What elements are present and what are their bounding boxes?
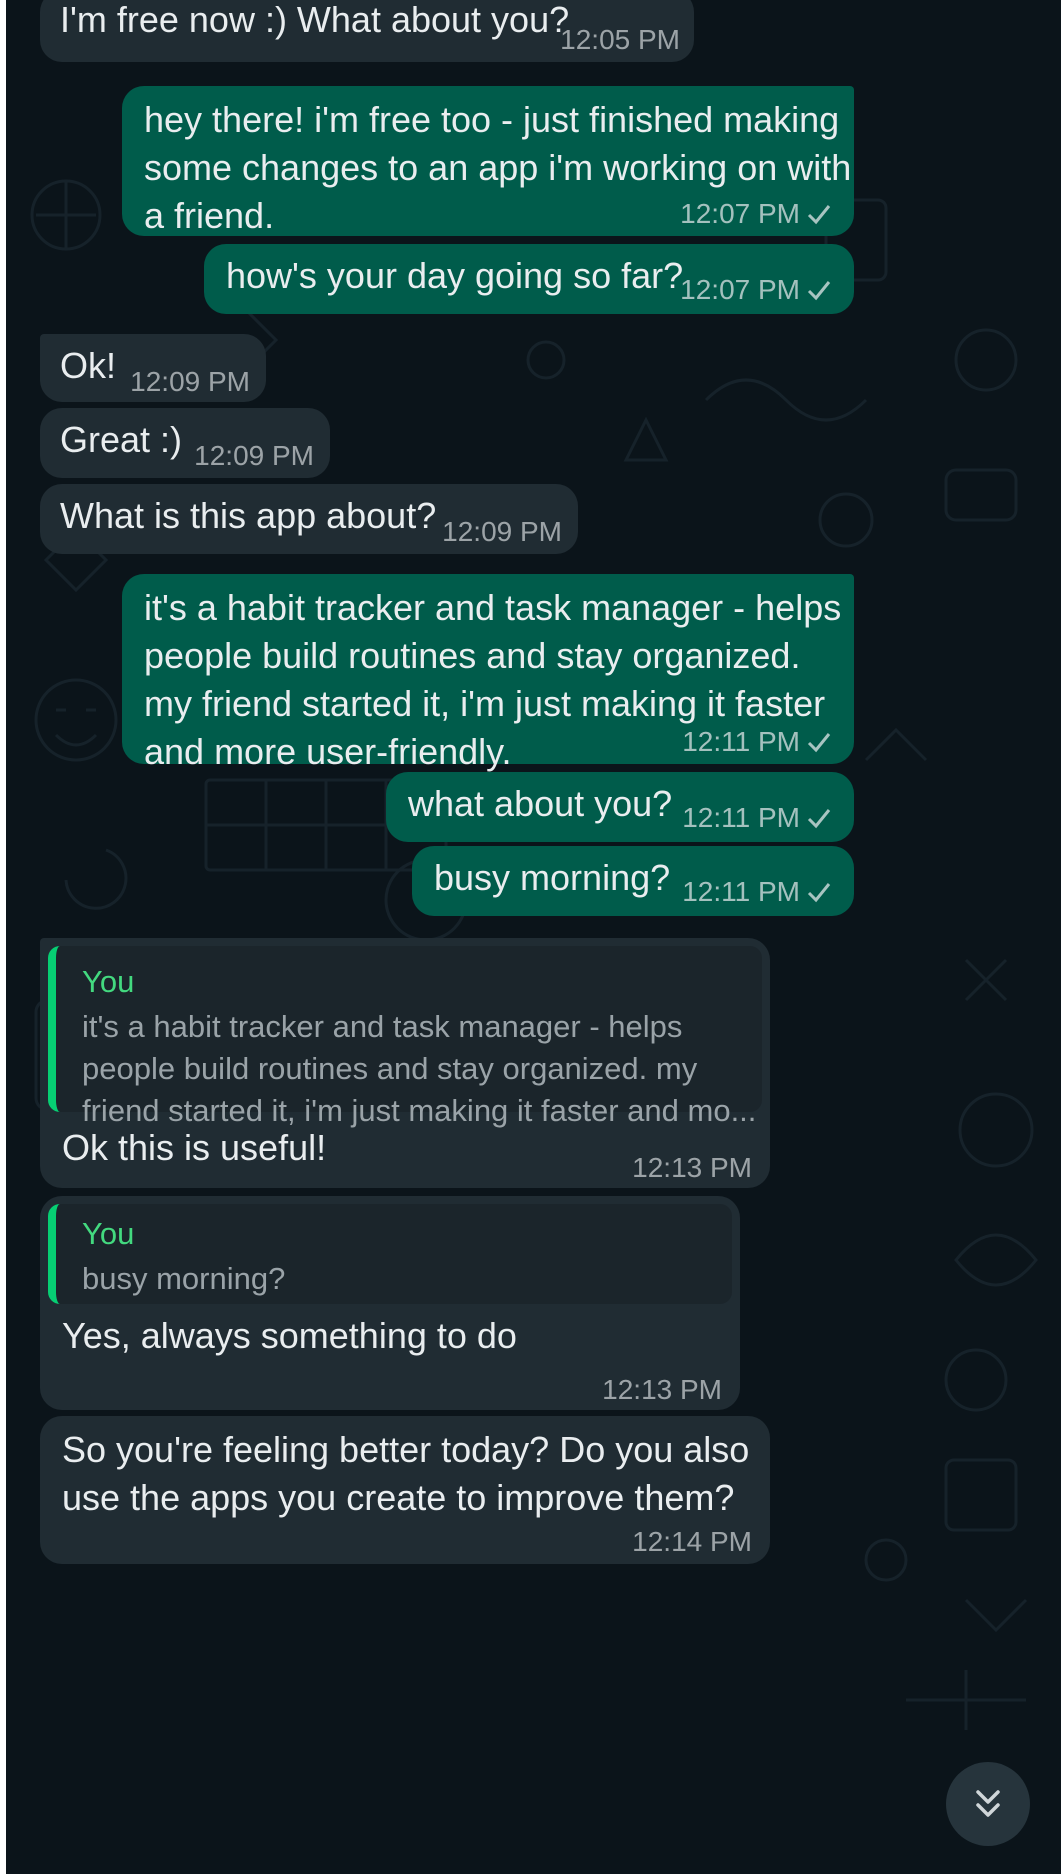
- message-timestamp: 12:11 PM: [682, 802, 832, 834]
- timestamp-label: 12:07 PM: [680, 198, 800, 229]
- check-icon: [807, 809, 831, 829]
- quoted-message[interactable]: You it's a habit tracker and task manage…: [48, 946, 762, 1128]
- quoted-author: You: [82, 1216, 135, 1251]
- message-text: how's your day going so far?: [226, 255, 684, 296]
- message-text: I'm free now :) What about you?: [60, 0, 570, 40]
- message-bubble-outgoing[interactable]: busy morning? 12:11 PM: [412, 846, 854, 916]
- message-text: busy morning?: [434, 857, 671, 898]
- message-timestamp: 12:07 PM: [680, 274, 832, 306]
- message-bubble-incoming[interactable]: Ok! 12:09 PM: [40, 334, 266, 402]
- check-icon: [807, 733, 831, 753]
- message-text: what about you?: [408, 783, 673, 824]
- message-text: Great :): [60, 419, 183, 460]
- double-chevron-down-icon: [976, 1790, 1000, 1817]
- message-bubble-outgoing[interactable]: what about you? 12:11 PM: [386, 772, 854, 842]
- message-text: Ok this is useful!: [62, 1127, 327, 1168]
- message-timestamp: 12:13 PM: [632, 1152, 752, 1183]
- check-icon: [807, 883, 831, 903]
- message-timestamp: 12:09 PM: [130, 366, 250, 397]
- timestamp-label: 12:07 PM: [680, 274, 800, 305]
- message-text: What is this app about?: [60, 495, 437, 536]
- scroll-to-bottom-button[interactable]: [946, 1762, 1030, 1846]
- message-timestamp: 12:14 PM: [632, 1526, 752, 1557]
- message-timestamp: 12:05 PM: [560, 24, 680, 55]
- chat-window[interactable]: I'm free now :) What about you? 12:05 PM…: [6, 0, 1061, 1874]
- check-icon: [807, 281, 831, 301]
- message-bubble-outgoing[interactable]: hey there! i'm free too - just finished …: [122, 86, 854, 236]
- check-icon: [807, 205, 831, 225]
- timestamp-label: 12:11 PM: [682, 802, 800, 833]
- message-text: So you're feeling better today? Do you a…: [62, 1429, 750, 1518]
- message-text: Yes, always something to do: [62, 1315, 517, 1356]
- quoted-author: You: [82, 964, 135, 999]
- timestamp-label: 12:11 PM: [682, 726, 800, 757]
- message-bubble-incoming[interactable]: Great :) 12:09 PM: [40, 408, 330, 478]
- message-bubble-incoming-reply[interactable]: You busy morning? Yes, always something …: [40, 1196, 740, 1410]
- message-bubble-incoming[interactable]: So you're feeling better today? Do you a…: [40, 1416, 770, 1564]
- timestamp-label: 12:11 PM: [682, 876, 800, 907]
- message-bubble-outgoing[interactable]: it's a habit tracker and task manager - …: [122, 574, 854, 772]
- message-timestamp: 12:09 PM: [442, 516, 562, 547]
- message-timestamp: 12:13 PM: [602, 1374, 722, 1405]
- message-bubble-incoming[interactable]: I'm free now :) What about you? 12:05 PM: [40, 0, 694, 62]
- quoted-text: it's a habit tracker and task manager - …: [82, 1009, 757, 1128]
- message-timestamp: 12:07 PM: [680, 198, 832, 230]
- message-timestamp: 12:09 PM: [194, 440, 314, 471]
- quoted-message[interactable]: You busy morning?: [48, 1204, 732, 1304]
- quoted-text: busy morning?: [82, 1261, 286, 1296]
- message-bubble-outgoing[interactable]: how's your day going so far? 12:07 PM: [204, 244, 854, 314]
- message-timestamp: 12:11 PM: [682, 726, 832, 758]
- message-bubble-incoming-reply[interactable]: You it's a habit tracker and task manage…: [40, 938, 770, 1188]
- message-bubble-incoming[interactable]: What is this app about? 12:09 PM: [40, 484, 578, 554]
- message-timestamp: 12:11 PM: [682, 876, 832, 908]
- message-text: Ok!: [60, 345, 117, 386]
